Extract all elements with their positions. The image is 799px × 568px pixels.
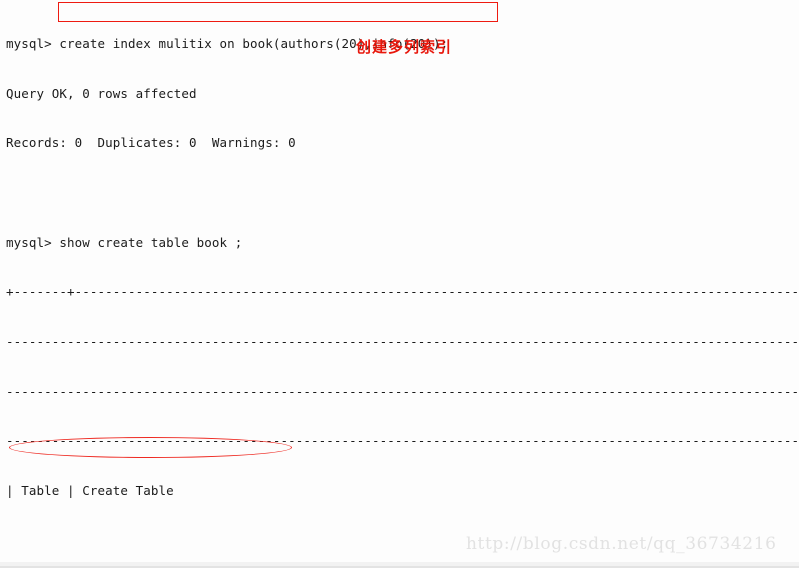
- table-separator-line: ----------------------------------------…: [6, 383, 799, 399]
- terminal-window[interactable]: mysql> create index mulitix on book(auth…: [0, 0, 799, 568]
- console-output: mysql> create index mulitix on book(auth…: [0, 0, 799, 566]
- annotation-chinese-note: 创建多列索引: [356, 38, 453, 56]
- table-separator-line: ----------------------------------------…: [6, 333, 799, 349]
- table-separator-line: ----------------------------------------…: [6, 433, 799, 449]
- console-line: mysql> show create table book ;: [6, 234, 243, 250]
- window-bottom-edge: [0, 562, 799, 566]
- table-header-row: | Table | Create Table: [6, 482, 174, 498]
- table-separator-line: +-------+-------------------------------…: [6, 284, 799, 300]
- watermark-blog-url: http://blog.csdn.net/qq_36734216: [466, 534, 777, 554]
- console-line: Query OK, 0 rows affected: [6, 85, 197, 101]
- console-line: Records: 0 Duplicates: 0 Warnings: 0: [6, 135, 296, 151]
